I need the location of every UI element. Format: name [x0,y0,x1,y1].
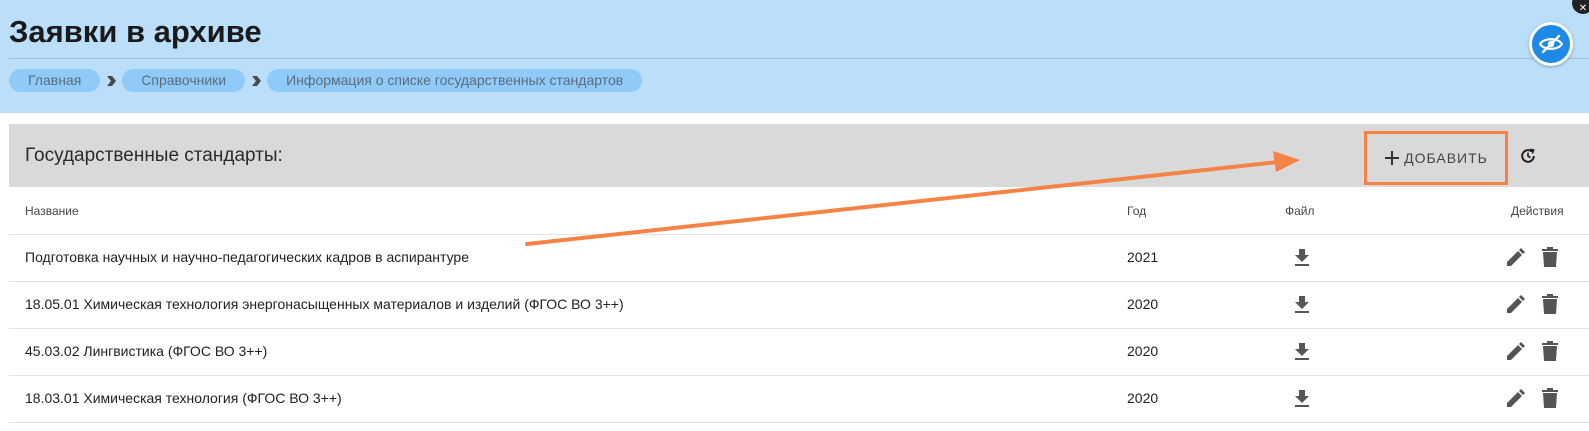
trash-icon[interactable] [1542,341,1558,361]
row-name: 18.03.01 Химическая технология (ФГОС ВО … [25,390,342,406]
pencil-icon[interactable] [1505,295,1525,315]
table-header: Название Год Файл Действия [9,187,1589,235]
row-name: 45.03.02 Лингвистика (ФГОС ВО 3++) [25,343,268,359]
breadcrumb: Главная Справочники Информация о списке … [9,69,643,92]
standards-table: Название Год Файл Действия Подготовка на… [9,187,1589,423]
pencil-icon[interactable] [1505,342,1525,362]
chevron-right-icon [245,69,267,92]
breadcrumb-directories[interactable]: Справочники [122,69,246,92]
trash-icon[interactable] [1542,388,1558,408]
table-row: Подготовка научных и научно-педагогическ… [9,235,1589,282]
breadcrumb-current[interactable]: Информация о списке государственных стан… [267,69,643,92]
trash-icon[interactable] [1542,294,1558,314]
add-button-label: ДОБАВИТЬ [1404,150,1488,166]
column-actions-header: Действия [1511,204,1564,218]
download-icon[interactable] [1294,389,1310,407]
table-row: 45.03.02 Лингвистика (ФГОС ВО 3++) 2020 [9,329,1589,376]
standards-card: Государственные стандарты: ДОБАВИТЬ Назв… [9,124,1589,424]
table-row: 18.05.01 Химическая технология энергонас… [9,282,1589,329]
refresh-icon [1521,148,1535,163]
download-icon[interactable] [1294,342,1310,360]
table-row: 18.03.01 Химическая технология (ФГОС ВО … [9,376,1589,423]
header-divider [9,58,1589,59]
page-title: Заявки в архиве [9,14,262,49]
row-year: 2020 [1127,343,1159,359]
download-icon[interactable] [1294,248,1310,266]
refresh-button[interactable] [1515,143,1541,169]
row-year: 2021 [1127,249,1159,265]
breadcrumb-home[interactable]: Главная [9,69,101,92]
plus-icon [1385,151,1400,165]
pencil-icon[interactable] [1505,248,1525,268]
row-year: 2020 [1127,390,1159,406]
page-header: Заявки в архиве Главная Справочники Инфо… [0,0,1589,113]
column-name-header: Название [25,204,79,218]
card-title: Государственные стандарты: [25,145,283,166]
row-name: Подготовка научных и научно-педагогическ… [25,249,469,265]
card-header: Государственные стандарты: ДОБАВИТЬ [9,124,1589,187]
eye-off-icon [1538,34,1564,54]
row-year: 2020 [1127,296,1159,312]
add-button[interactable]: ДОБАВИТЬ [1364,131,1508,185]
row-name: 18.05.01 Химическая технология энергонас… [25,296,624,312]
column-year-header: Год [1127,204,1147,218]
download-icon[interactable] [1294,295,1310,313]
column-file-header: Файл [1285,204,1315,218]
chevron-right-icon [100,69,122,92]
trash-icon[interactable] [1542,247,1558,267]
pencil-icon[interactable] [1505,389,1525,409]
visibility-toggle-button[interactable] [1529,22,1573,66]
